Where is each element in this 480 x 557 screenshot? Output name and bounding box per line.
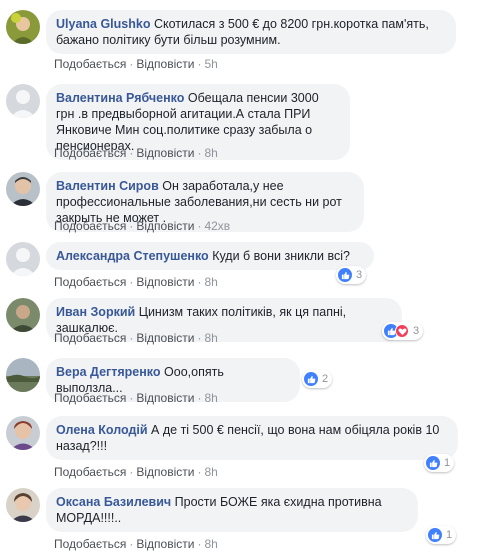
separator: ·: [129, 57, 134, 71]
comment-bubble: Ulyana Glushko Скотилася з 500 € до 8200…: [46, 10, 456, 54]
reply-link[interactable]: Відповісти: [136, 219, 194, 233]
like-reaction-icon: [428, 528, 442, 542]
separator: ·: [129, 391, 134, 405]
reply-link[interactable]: Відповісти: [136, 57, 194, 71]
comment-actions: Подобається · Відповісти · 5h: [54, 57, 218, 71]
reaction-count: 3: [356, 269, 363, 281]
separator: ·: [129, 219, 134, 233]
comment-actions: Подобається · Відповісти · 8h: [54, 146, 218, 160]
separator: ·: [197, 391, 202, 405]
like-link[interactable]: Подобається: [54, 57, 126, 71]
comment-time[interactable]: 8h: [204, 391, 217, 405]
reply-link[interactable]: Відповісти: [136, 146, 194, 160]
reply-link[interactable]: Відповісти: [136, 391, 194, 405]
reactions-summary[interactable]: 3: [382, 322, 424, 340]
comment-bubble: Александра Степушенко Куди б вони зникли…: [46, 242, 374, 270]
love-reaction-icon: [395, 324, 409, 338]
like-reaction-icon: [304, 372, 318, 386]
avatar[interactable]: [6, 416, 40, 450]
like-link[interactable]: Подобається: [54, 537, 126, 551]
separator: ·: [129, 331, 134, 345]
comment-author[interactable]: Вера Дегтяренко: [56, 365, 161, 379]
separator: ·: [197, 275, 202, 289]
comment-time[interactable]: 8h: [204, 465, 217, 479]
reply-link[interactable]: Відповісти: [136, 537, 194, 551]
comment-actions: Подобається · Відповісти · 8h: [54, 537, 218, 551]
reactions-summary[interactable]: 1: [424, 454, 455, 472]
separator: ·: [129, 537, 134, 551]
separator: ·: [129, 146, 134, 160]
comment-bubble: Олена Колодій А де ті 500 € пенсії, що в…: [46, 416, 458, 460]
like-link[interactable]: Подобається: [54, 146, 126, 160]
comment-author[interactable]: Валентин Сиров: [56, 179, 159, 193]
avatar[interactable]: [6, 358, 40, 392]
comment-time[interactable]: 8h: [204, 146, 217, 160]
avatar[interactable]: [6, 172, 40, 206]
like-link[interactable]: Подобається: [54, 275, 126, 289]
comment-actions: Подобається · Відповісти · 42хв: [54, 219, 230, 233]
reaction-count: 1: [446, 529, 453, 541]
comment-time[interactable]: 8h: [204, 275, 217, 289]
comment-time[interactable]: 42хв: [204, 219, 230, 233]
separator: ·: [129, 275, 134, 289]
comment-text: Куди б вони зникли всі?: [212, 249, 350, 263]
comment-time[interactable]: 8h: [204, 537, 217, 551]
reaction-count: 1: [444, 457, 451, 469]
separator: ·: [197, 331, 202, 345]
reactions-summary[interactable]: 3: [336, 266, 367, 284]
like-reaction-icon: [426, 456, 440, 470]
comment-author[interactable]: Олена Колодій: [56, 423, 148, 437]
comment-author[interactable]: Валентина Рябченко: [56, 91, 184, 105]
separator: ·: [197, 537, 202, 551]
separator: ·: [197, 219, 202, 233]
avatar[interactable]: [6, 488, 40, 522]
comment-time[interactable]: 8h: [204, 331, 217, 345]
like-link[interactable]: Подобається: [54, 391, 126, 405]
comment-author[interactable]: Ulyana Glushko: [56, 17, 150, 31]
comment-actions: Подобається · Відповісти · 8h: [54, 391, 218, 405]
avatar[interactable]: [6, 10, 40, 44]
reaction-count: 3: [413, 325, 420, 337]
avatar[interactable]: [6, 298, 40, 332]
reply-link[interactable]: Відповісти: [136, 331, 194, 345]
separator: ·: [197, 57, 202, 71]
avatar[interactable]: [6, 242, 40, 276]
like-reaction-icon: [338, 268, 352, 282]
comment-actions: Подобається · Відповісти · 8h: [54, 275, 218, 289]
comment-author[interactable]: Александра Степушенко: [56, 249, 209, 263]
comment-bubble: Оксана Базилевич Прости БОЖЕ яка єхидна …: [46, 488, 418, 532]
like-link[interactable]: Подобається: [54, 465, 126, 479]
comment-time[interactable]: 5h: [204, 57, 217, 71]
like-link[interactable]: Подобається: [54, 219, 126, 233]
separator: ·: [197, 146, 202, 160]
comment-author[interactable]: Иван Зоркий: [56, 305, 135, 319]
reply-link[interactable]: Відповісти: [136, 275, 194, 289]
avatar[interactable]: [6, 84, 40, 118]
reply-link[interactable]: Відповісти: [136, 465, 194, 479]
reactions-summary[interactable]: 2: [302, 370, 333, 388]
reaction-count: 2: [322, 373, 329, 385]
comment-actions: Подобається · Відповісти · 8h: [54, 331, 218, 345]
comment-author[interactable]: Оксана Базилевич: [56, 495, 171, 509]
comment-actions: Подобається · Відповісти · 8h: [54, 465, 218, 479]
separator: ·: [129, 465, 134, 479]
separator: ·: [197, 465, 202, 479]
reactions-summary[interactable]: 1: [426, 526, 457, 544]
like-link[interactable]: Подобається: [54, 331, 126, 345]
